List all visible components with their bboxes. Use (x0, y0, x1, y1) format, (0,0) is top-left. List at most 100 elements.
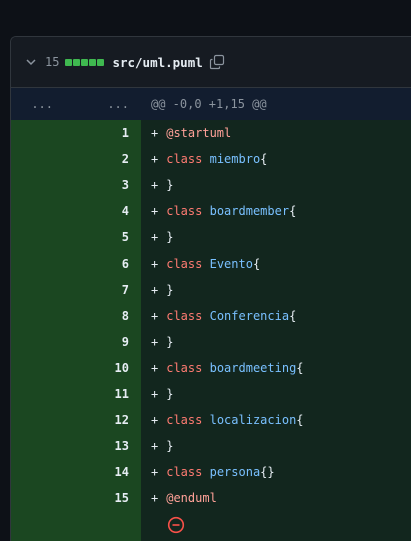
added-marker: + (151, 491, 159, 506)
diff-line: 2 + class miembro{ (11, 146, 411, 173)
code-token: {} (260, 465, 275, 480)
line-gutter: 3 (11, 172, 141, 199)
added-marker: + (151, 256, 159, 271)
new-line-number[interactable]: 3 (61, 178, 141, 192)
code-token: class (166, 465, 210, 480)
diff-line: 5 +} (11, 224, 411, 251)
line-code: +} (141, 380, 411, 408)
line-code: +} (141, 172, 411, 199)
code-token: boardmember (209, 204, 290, 219)
line-gutter: 10 (11, 354, 141, 381)
changed-lines-count: 15 (45, 55, 60, 69)
new-line-number[interactable]: 7 (61, 283, 141, 297)
code-token: Evento (209, 256, 253, 271)
new-line-number[interactable]: 13 (61, 439, 141, 453)
copy-icon[interactable] (209, 54, 225, 70)
added-marker: + (151, 465, 159, 480)
line-code: + @startuml (141, 120, 411, 147)
line-code: + class boardmember{ (141, 198, 411, 225)
diff-lines: 1 + @startuml 2 + class miembro{3 +} 4 + class bo… (11, 120, 411, 512)
new-line-number[interactable]: 10 (61, 361, 141, 375)
line-gutter: 8 (11, 302, 141, 329)
added-marker: + (151, 413, 159, 428)
line-code: + class persona{} (141, 459, 411, 486)
new-line-number[interactable]: 12 (61, 413, 141, 427)
diff-line: 11 +} (11, 380, 411, 408)
code-token: localizacion (209, 413, 297, 428)
code-token: class (166, 152, 210, 167)
diff-line: 13 +} (11, 433, 411, 460)
line-gutter: 14 (11, 459, 141, 486)
code-token: } (166, 230, 174, 245)
added-marker: + (151, 152, 159, 167)
diff-line: 4 + class boardmember{ (11, 198, 411, 225)
new-line-number[interactable]: 2 (61, 152, 141, 166)
code-token: { (296, 413, 304, 428)
diff-line: 3 +} (11, 172, 411, 199)
new-line-number[interactable]: 9 (61, 335, 141, 349)
code-token: @startuml (166, 126, 232, 141)
tail-code (141, 511, 411, 541)
new-line-number[interactable]: 6 (61, 257, 141, 271)
diff-line: 9 +} (11, 328, 411, 355)
diff-line: 7 +} (11, 276, 411, 303)
new-line-number[interactable]: 14 (61, 465, 141, 479)
new-line-number[interactable]: 15 (61, 491, 141, 505)
added-marker: + (151, 204, 159, 219)
added-marker: + (151, 282, 159, 297)
code-token: { (289, 308, 297, 323)
diff-line: 8 + class Conferencia{ (11, 302, 411, 329)
code-token: } (166, 178, 174, 193)
line-code: + class Conferencia{ (141, 302, 411, 329)
code-token: { (252, 256, 261, 271)
diff-line: 10 + class boardmeeting{ (11, 354, 411, 381)
hunk-header: ... ... @@ -0,0 +1,15 @@ (11, 88, 411, 120)
diff-line: 14 + class persona{} (11, 459, 411, 486)
line-gutter: 13 (11, 433, 141, 460)
hunk-new-dots[interactable]: ... (61, 97, 141, 111)
added-marker: + (151, 386, 159, 401)
diff-line: 15 + @enduml (11, 485, 411, 512)
code-token: } (166, 282, 174, 297)
new-line-number[interactable]: 1 (61, 126, 141, 140)
code-token: boardmeeting (209, 360, 297, 375)
code-token: class (166, 256, 210, 271)
code-token: class (166, 360, 210, 375)
hunk-old-dots[interactable]: ... (11, 97, 61, 111)
chevron-down-icon[interactable] (25, 55, 39, 69)
new-line-number[interactable]: 11 (61, 387, 141, 401)
file-header: 15 src/uml.puml (11, 37, 411, 88)
code-token: } (166, 334, 174, 349)
diff-line: 12 + class localizacion{ (11, 407, 411, 434)
code-token: miembro (209, 152, 261, 167)
added-marker: + (151, 178, 159, 193)
line-code: +} (141, 224, 411, 251)
file-path[interactable]: src/uml.puml (112, 55, 202, 70)
diff-line: 1 + @startuml (11, 120, 411, 147)
added-marker: + (151, 230, 159, 245)
code-token: { (289, 204, 297, 219)
line-code: +} (141, 433, 411, 460)
line-gutter: 7 (11, 276, 141, 303)
code-token: } (166, 439, 174, 454)
diffstat-block (81, 58, 89, 66)
new-line-number[interactable]: 5 (61, 230, 141, 244)
clipped-heading (0, 0, 411, 16)
code-token: class (166, 413, 210, 428)
diff-line: 6 + class Evento{ (11, 250, 411, 277)
line-gutter: 2 (11, 146, 141, 173)
added-marker: + (151, 334, 159, 349)
line-gutter: 9 (11, 328, 141, 355)
new-line-number[interactable]: 8 (61, 309, 141, 323)
added-marker: + (151, 126, 159, 141)
line-gutter: 5 (11, 224, 141, 251)
new-line-number[interactable]: 4 (61, 204, 141, 218)
line-code: + class localizacion{ (141, 407, 411, 434)
tail-gutter (11, 511, 141, 541)
line-gutter: 12 (11, 407, 141, 434)
code-token: @enduml (166, 491, 217, 506)
added-marker: + (151, 439, 159, 454)
minus-circle-icon[interactable] (167, 516, 185, 537)
line-gutter: 6 (11, 250, 141, 277)
line-gutter: 15 (11, 485, 141, 512)
